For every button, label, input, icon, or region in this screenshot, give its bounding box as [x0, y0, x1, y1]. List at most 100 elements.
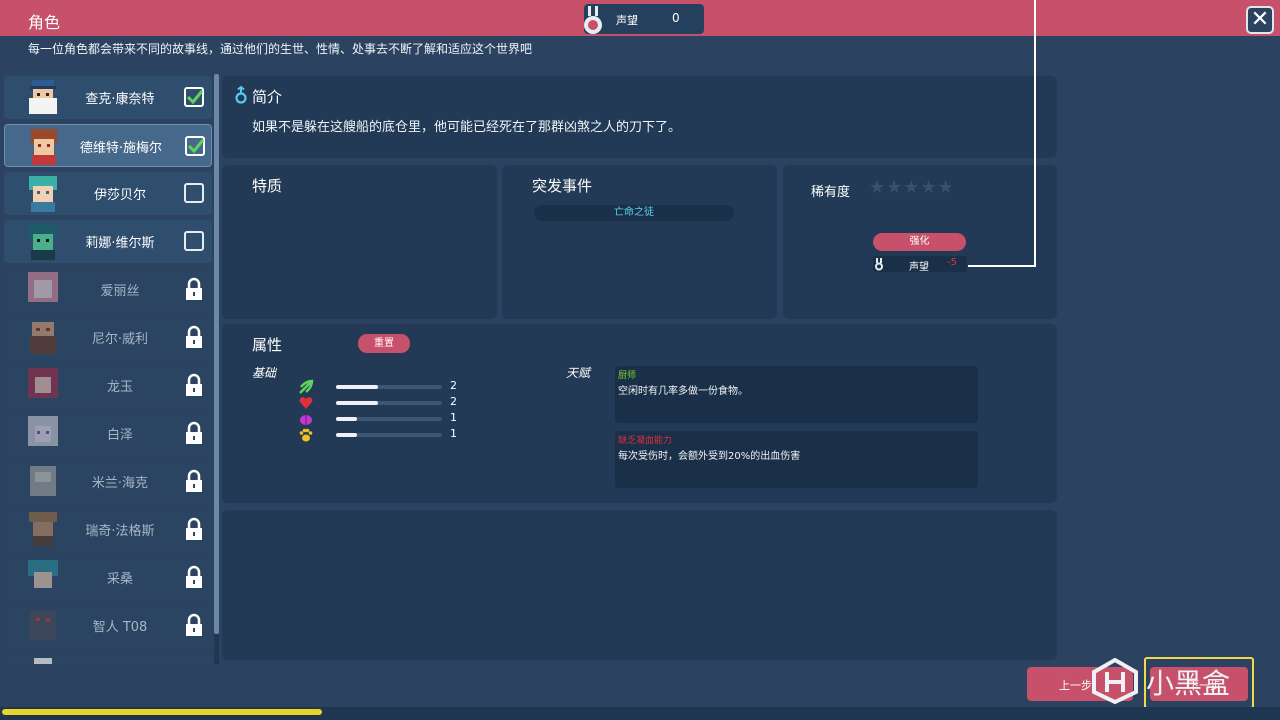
character-portrait: [28, 560, 58, 588]
intro-text: 如果不是躲在这艘船的底仓里，他可能已经死在了那群凶煞之人的刀下了。: [252, 120, 682, 135]
character-portrait: [29, 512, 57, 546]
stat-row: 1: [298, 411, 468, 427]
rarity-stars: ★★★★★: [869, 177, 955, 198]
event-item[interactable]: 亡命之徒: [534, 205, 734, 221]
character-list-scrollbar[interactable]: [214, 74, 219, 664]
stat-bar-fill: [336, 401, 379, 405]
close-button[interactable]: ✕: [1246, 6, 1274, 34]
loading-progress-fill: [2, 709, 322, 715]
rarity-panel: 稀有度 ★★★★★ 强化 声望 -5: [783, 165, 1057, 319]
character-name: 爱丽丝: [100, 284, 140, 299]
watermark-text: 小黑盒: [1146, 667, 1231, 700]
character-item[interactable]: 白泽: [4, 412, 212, 455]
brain-icon: [300, 415, 312, 425]
talent-card[interactable]: 厨师 空闲时有几率多做一份食物。: [615, 366, 978, 423]
character-item-partial[interactable]: [4, 652, 212, 664]
stat-bar-fill: [336, 433, 358, 437]
character-checkbox[interactable]: [185, 136, 205, 156]
events-title: 突发事件: [532, 177, 593, 195]
talent-description: 每次受伤时，会额外受到20%的出血伤害: [618, 451, 801, 462]
character-portrait: [30, 466, 56, 496]
character-name: 瑞奇·法格斯: [85, 524, 155, 539]
character-portrait: [28, 416, 58, 446]
stat-value: 1: [450, 411, 457, 424]
stat-value: 1: [450, 427, 457, 440]
stat-row: 1: [298, 427, 468, 443]
check-icon: [187, 139, 205, 154]
character-item[interactable]: 米兰·海克: [4, 460, 212, 503]
lock-icon: [186, 277, 202, 300]
character-item[interactable]: 采桑: [4, 556, 212, 599]
stat-bar: [336, 401, 442, 405]
character-checkbox[interactable]: [184, 231, 204, 251]
character-name: 查克·康奈特: [85, 92, 155, 107]
rarity-label: 稀有度: [811, 185, 851, 200]
character-checkbox[interactable]: [184, 183, 204, 203]
stat-bar: [336, 417, 442, 421]
lock-icon: [186, 421, 202, 444]
character-item[interactable]: 德维特·施梅尔: [4, 124, 212, 167]
character-item[interactable]: 瑞奇·法格斯: [4, 508, 212, 551]
character-portrait: [29, 80, 57, 114]
character-list[interactable]: 查克·康奈特 德维特·施梅尔 伊莎贝尔 莉娜·维尔斯 爱丽丝 尼尔·威利 龙玉 …: [4, 74, 214, 664]
events-panel: 突发事件 亡命之徒: [502, 165, 777, 319]
check-icon: [186, 90, 204, 105]
page-subtitle: 每一位角色都会带来不同的故事线，通过他们的生世、性情、处事去不断了解和适应这个世…: [28, 42, 533, 56]
character-portrait: [29, 176, 57, 212]
character-name: 米兰·海克: [91, 476, 149, 491]
character-name: 采桑: [106, 572, 133, 587]
reputation-label: 声望: [616, 14, 638, 27]
page-title: 角色: [28, 13, 61, 32]
lock-icon: [186, 373, 202, 396]
paw-icon: [299, 428, 313, 442]
traits-title: 特质: [252, 177, 283, 195]
close-icon: ✕: [1250, 7, 1270, 32]
leaf-icon: [299, 379, 314, 394]
top-bar: 角色 声望 0: [0, 0, 1280, 36]
character-name: 智人 T08: [92, 620, 148, 635]
traits-panel: 特质: [222, 165, 497, 319]
character-name: 德维特·施梅尔: [79, 141, 163, 156]
talent-card[interactable]: 缺乏凝血能力 每次受伤时，会额外受到20%的出血伤害: [615, 431, 978, 488]
star-icon: ★: [937, 177, 955, 198]
stat-bar-fill: [336, 385, 379, 389]
talent-description: 空闲时有几率多做一份食物。: [618, 386, 748, 397]
enhance-button[interactable]: 强化: [873, 233, 966, 251]
character-portrait: [30, 322, 56, 354]
character-portrait: [31, 129, 57, 165]
character-portrait: [34, 658, 52, 664]
stat-row: 2: [298, 379, 468, 395]
reputation-display: 声望 0: [584, 4, 704, 34]
reset-button[interactable]: 重置: [358, 334, 410, 353]
character-item[interactable]: 伊莎贝尔: [4, 172, 212, 215]
character-portrait: [30, 610, 56, 640]
heybox-logo-icon: [1092, 658, 1138, 704]
character-item[interactable]: 龙玉: [4, 364, 212, 407]
reputation-value: 0: [672, 11, 680, 25]
character-item[interactable]: 查克·康奈特: [4, 76, 212, 119]
cost-label: 声望: [909, 262, 929, 273]
stat-value: 2: [450, 395, 457, 408]
heart-icon: [299, 397, 313, 409]
stat-bar: [336, 433, 442, 437]
enhance-cost: 声望 -5: [873, 256, 967, 273]
character-checkbox[interactable]: [184, 87, 204, 107]
character-item[interactable]: 莉娜·维尔斯: [4, 220, 212, 263]
cost-value: -5: [947, 257, 957, 268]
attributes-panel: 属性 重置 基础 天赋 2 2 1 1 厨师 空闲时有几率多做一份食物。 缺乏凝…: [222, 324, 1057, 503]
character-name: 尼尔·威利: [91, 332, 149, 347]
tutorial-pointer-line: [968, 265, 1036, 267]
lock-icon: [186, 565, 202, 588]
stat-row: 2: [298, 395, 468, 411]
character-portrait: [28, 368, 58, 398]
watermark: 小黑盒: [1088, 656, 1248, 706]
scrollbar-thumb[interactable]: [214, 74, 219, 634]
character-item[interactable]: 尼尔·威利: [4, 316, 212, 359]
star-icon: ★: [903, 177, 921, 198]
character-item[interactable]: 智人 T08: [4, 604, 212, 647]
tutorial-pointer-line: [1034, 0, 1036, 267]
detail-panel: [222, 510, 1057, 660]
character-name: 伊莎贝尔: [93, 188, 146, 203]
character-item[interactable]: 爱丽丝: [4, 268, 212, 311]
stat-bar: [336, 385, 442, 389]
